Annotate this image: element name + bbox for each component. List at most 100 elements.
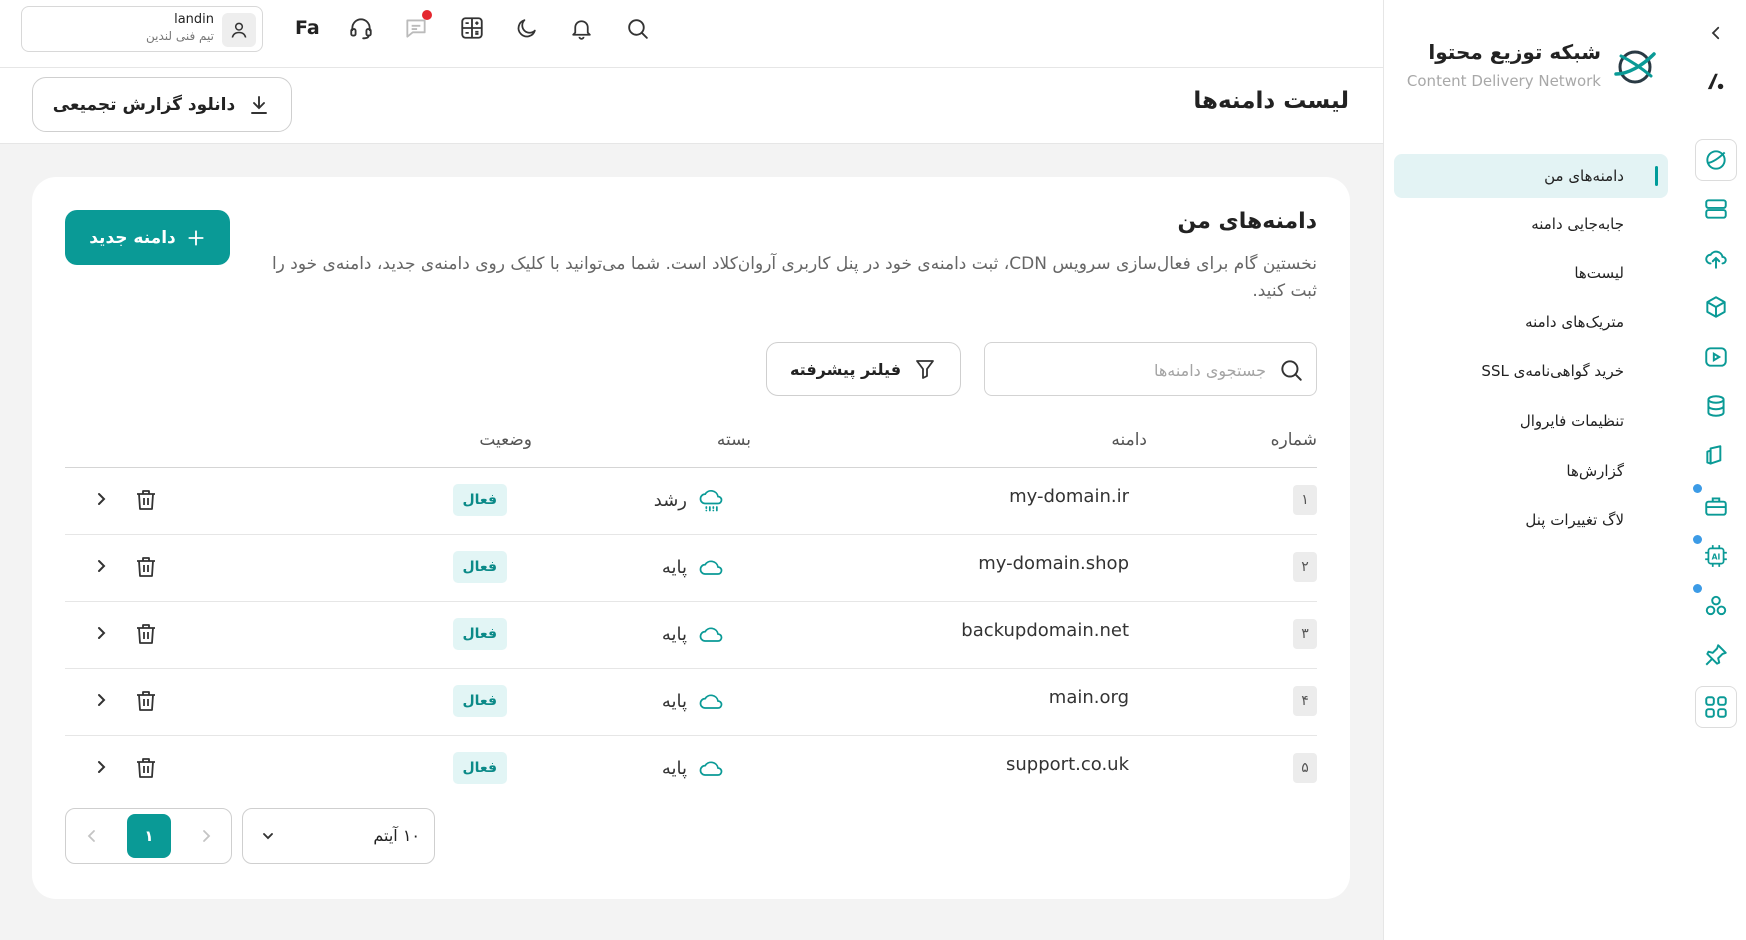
search-icon[interactable] bbox=[623, 14, 651, 42]
chevron-down-icon bbox=[263, 833, 273, 840]
cloud-icon bbox=[699, 761, 723, 776]
filter-icon bbox=[916, 360, 934, 379]
domain-name[interactable]: support.co.uk bbox=[1006, 754, 1129, 775]
plan-cell: پایه bbox=[662, 687, 725, 715]
chevron-right-icon[interactable] bbox=[95, 490, 109, 508]
nav-item-label: لاگ تغییرات پنل bbox=[1525, 511, 1624, 529]
domain-name[interactable]: main.org bbox=[1049, 687, 1129, 708]
download-report-button[interactable]: دانلود گزارش تجمیعی bbox=[32, 77, 292, 132]
page-size-select[interactable]: ۱۰ آیتم bbox=[242, 808, 435, 864]
nav-item-domain-metrics[interactable]: متریک‌های دامنه bbox=[1394, 300, 1668, 344]
advanced-filter-label: فیلتر پیشرفته bbox=[789, 359, 902, 379]
topbar: landin تیم فنی لندین Fa bbox=[0, 0, 1383, 68]
nav-item-domain-transfer[interactable]: جابه‌جایی دامنه bbox=[1394, 202, 1668, 246]
cluster-icon[interactable] bbox=[1695, 585, 1737, 627]
current-page-button[interactable]: ۱ bbox=[127, 814, 171, 858]
chevron-right-icon[interactable] bbox=[95, 557, 109, 575]
svg-text:AI: AI bbox=[1712, 552, 1721, 561]
nav-item-label: خرید گواهی‌نامه‌ی SSL bbox=[1481, 362, 1624, 380]
chevron-right-icon[interactable] bbox=[95, 758, 109, 776]
cloud-upload-icon[interactable] bbox=[1695, 237, 1737, 279]
card-description: نخستین گام برای فعال‌سازی سرویس CDN، ثبت… bbox=[271, 254, 1317, 301]
domain-name[interactable]: backupdomain.net bbox=[961, 620, 1129, 641]
table-row[interactable]: ۴ main.org پایه فعال bbox=[65, 669, 1317, 736]
database-icon[interactable] bbox=[1695, 385, 1737, 427]
apps-grid-icon[interactable] bbox=[1695, 686, 1737, 728]
domain-name[interactable]: my-domain.shop bbox=[978, 553, 1129, 574]
column-header-domain: دامنه bbox=[1111, 430, 1147, 450]
brand-title: شبکه توزیع محتوا bbox=[1428, 40, 1601, 64]
nav-item-label: تنظیمات فایروال bbox=[1519, 412, 1624, 430]
search-input[interactable] bbox=[1006, 357, 1266, 383]
user-name: landin bbox=[174, 12, 214, 27]
nav-item-firewall-settings[interactable]: تنظیمات فایروال bbox=[1394, 399, 1668, 443]
column-header-status: وضعیت bbox=[479, 430, 532, 450]
domain-name[interactable]: my-domain.ir bbox=[1009, 486, 1129, 507]
search-box bbox=[984, 342, 1317, 396]
calculator-icon[interactable] bbox=[458, 14, 486, 42]
row-number: ۲ bbox=[1293, 552, 1317, 582]
prev-page-icon[interactable] bbox=[86, 828, 98, 844]
plus-icon bbox=[188, 229, 204, 246]
trash-icon[interactable] bbox=[135, 555, 157, 579]
chat-icon[interactable] bbox=[402, 10, 432, 42]
trash-icon[interactable] bbox=[135, 756, 157, 780]
column-header-number: شماره bbox=[1270, 430, 1317, 450]
trash-icon[interactable] bbox=[135, 488, 157, 512]
brand-logo-icon bbox=[1612, 44, 1658, 90]
nav-item-lists[interactable]: لیست‌ها bbox=[1394, 251, 1668, 295]
plan-name: پایه bbox=[661, 757, 687, 779]
plan-name: پایه bbox=[661, 690, 687, 712]
plan-cell: پایه bbox=[662, 754, 725, 782]
domains-card: دامنه جدید دامنه‌های من نخستین گام برای … bbox=[32, 177, 1350, 899]
new-domain-button[interactable]: دامنه جدید bbox=[65, 210, 230, 265]
nav-item-reports[interactable]: گزارش‌ها bbox=[1394, 449, 1668, 493]
nav-item-changelog[interactable]: لاگ تغییرات پنل bbox=[1394, 498, 1668, 542]
cdn-icon[interactable] bbox=[1695, 139, 1737, 181]
row-number: ۳ bbox=[1293, 619, 1317, 649]
page-header: لیست دامنه‌ها دانلود گزارش تجمیعی bbox=[0, 68, 1383, 144]
server-icon[interactable] bbox=[1695, 188, 1737, 230]
download-report-label: دانلود گزارش تجمیعی bbox=[52, 94, 236, 115]
brand-subtitle: Content Delivery Network bbox=[1406, 72, 1601, 90]
chevron-right-icon[interactable] bbox=[95, 624, 109, 642]
row-number: ۱ bbox=[1293, 485, 1317, 515]
collapse-chevron-icon[interactable] bbox=[1695, 12, 1737, 54]
trash-icon[interactable] bbox=[135, 689, 157, 713]
icon-rail: AI bbox=[1678, 0, 1746, 940]
plan-cell: پایه bbox=[662, 553, 725, 581]
table-row[interactable]: ۳ backupdomain.net پایه فعال bbox=[65, 602, 1317, 669]
status-badge: فعال bbox=[452, 551, 507, 583]
headset-icon[interactable] bbox=[347, 14, 375, 42]
moon-icon[interactable] bbox=[512, 14, 540, 42]
next-page-icon[interactable] bbox=[200, 828, 212, 844]
plan-name: رشد bbox=[653, 489, 687, 511]
briefcase-icon[interactable] bbox=[1695, 485, 1737, 527]
nav-item-label: لیست‌ها bbox=[1574, 264, 1624, 282]
cloud-icon bbox=[699, 627, 723, 642]
row-number: ۴ bbox=[1293, 686, 1317, 716]
chevron-right-icon[interactable] bbox=[95, 691, 109, 709]
video-icon[interactable] bbox=[1695, 336, 1737, 378]
user-menu[interactable]: landin تیم فنی لندین bbox=[21, 6, 263, 52]
logo-icon[interactable] bbox=[1695, 60, 1737, 102]
table-row[interactable]: ۲ my-domain.shop پایه فعال bbox=[65, 535, 1317, 602]
layers-icon[interactable] bbox=[1695, 435, 1737, 477]
row-number: ۵ bbox=[1293, 753, 1317, 783]
box-icon[interactable] bbox=[1695, 286, 1737, 328]
bell-icon[interactable] bbox=[567, 14, 595, 42]
language-toggle[interactable]: Fa bbox=[295, 17, 320, 39]
ai-chip-icon[interactable]: AI bbox=[1695, 535, 1737, 577]
table-row[interactable]: ۱ my-domain.ir رشد فعال bbox=[65, 468, 1317, 535]
trash-icon[interactable] bbox=[135, 622, 157, 646]
nav-item-my-domains[interactable]: دامنه‌های من bbox=[1394, 154, 1668, 198]
table-row[interactable]: ۵ support.co.uk پایه فعال bbox=[65, 736, 1317, 803]
active-indicator bbox=[1655, 166, 1658, 186]
cloud-icon bbox=[699, 560, 723, 575]
status-badge: فعال bbox=[452, 685, 507, 717]
pin-icon[interactable] bbox=[1695, 634, 1737, 676]
nav-item-label: جابه‌جایی دامنه bbox=[1531, 215, 1624, 233]
new-domain-label: دامنه جدید bbox=[89, 227, 176, 248]
advanced-filter-button[interactable]: فیلتر پیشرفته bbox=[766, 342, 961, 396]
nav-item-buy-ssl[interactable]: خرید گواهی‌نامه‌ی SSL bbox=[1394, 349, 1668, 393]
